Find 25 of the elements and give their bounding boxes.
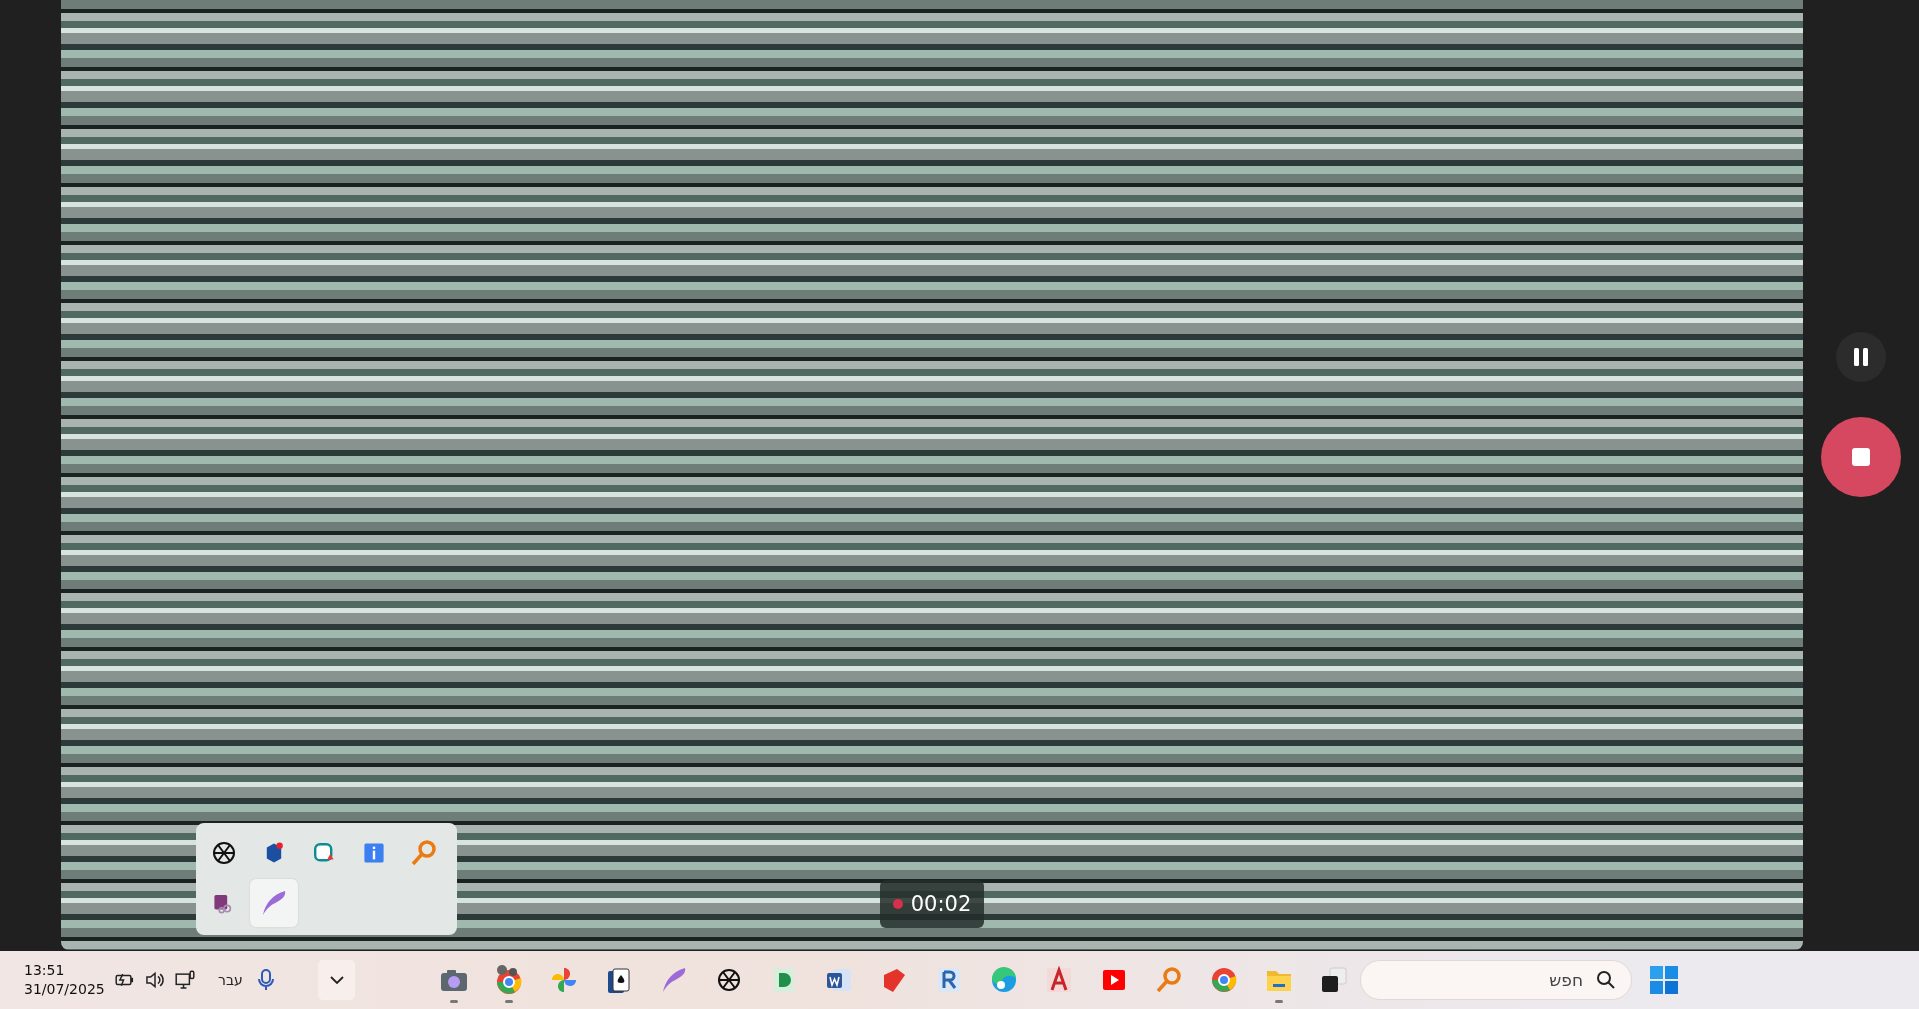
clock[interactable]: 13:51 31/07/2025 xyxy=(24,961,110,999)
pause-button[interactable] xyxy=(1836,332,1886,382)
search-icon xyxy=(1596,970,1616,990)
info-icon xyxy=(362,841,386,865)
microphone-icon[interactable] xyxy=(258,969,274,991)
pause-icon xyxy=(1853,348,1869,366)
timer-text: 00:02 xyxy=(910,892,972,916)
clock-date: 31/07/2025 xyxy=(24,980,106,999)
letter-a-tile-icon xyxy=(1044,965,1074,995)
overlapping-squares-icon xyxy=(1319,965,1349,995)
show-hidden-icons-button[interactable] xyxy=(318,960,355,1000)
monitor-plug-icon xyxy=(174,969,196,991)
input-language[interactable]: עבר xyxy=(218,972,258,988)
browser-profile-icon xyxy=(494,965,524,995)
search-field[interactable]: חפש xyxy=(1360,960,1632,1000)
pinwheel-icon xyxy=(549,965,579,995)
stop-icon xyxy=(1852,448,1870,466)
magnifier-icon xyxy=(1154,965,1184,995)
round-browser-icon xyxy=(1209,965,1239,995)
windows-logo-icon xyxy=(1649,965,1679,995)
wave-globe-icon xyxy=(989,965,1019,995)
magnifier-icon xyxy=(409,838,439,868)
volume-icon xyxy=(144,969,166,991)
chevron-icon xyxy=(329,976,344,984)
clock-time: 13:51 xyxy=(24,961,66,980)
